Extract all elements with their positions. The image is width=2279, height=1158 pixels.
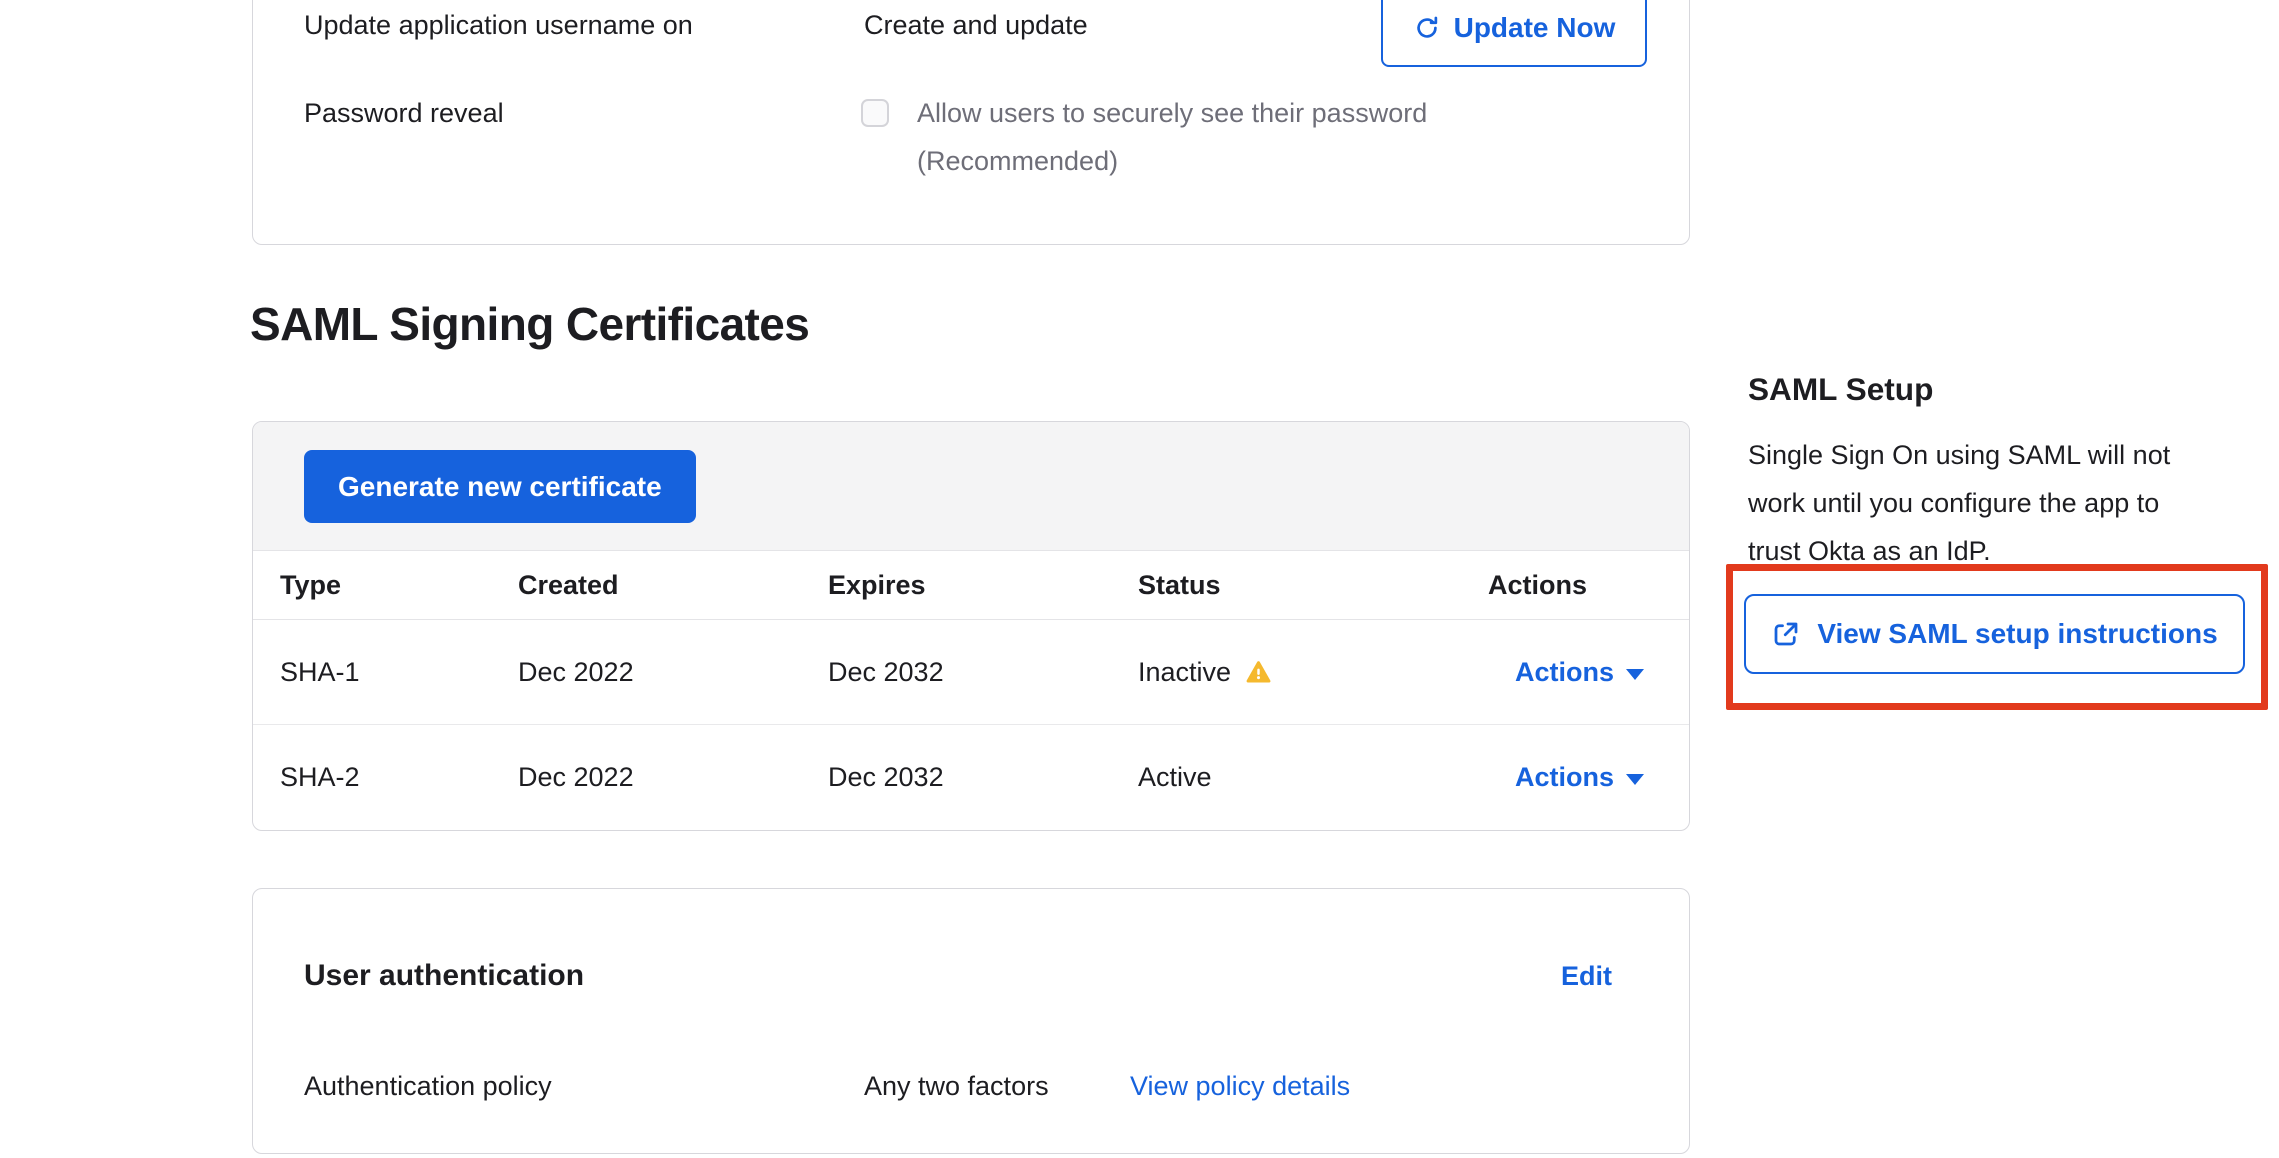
password-reveal-checkbox[interactable]	[861, 99, 889, 127]
cert-expires-cell: Dec 2032	[828, 762, 1138, 793]
cert-created-cell: Dec 2022	[518, 762, 828, 793]
column-header-type: Type	[280, 570, 518, 601]
user-authentication-title: User authentication	[304, 955, 584, 997]
update-now-label: Update Now	[1454, 12, 1616, 44]
column-header-actions: Actions	[1488, 570, 1689, 601]
cert-type-cell: SHA-2	[280, 762, 518, 793]
actions-menu-label: Actions	[1515, 657, 1614, 688]
cert-created-cell: Dec 2022	[518, 657, 828, 688]
edit-link[interactable]: Edit	[1561, 958, 1612, 994]
column-header-created: Created	[518, 570, 828, 601]
column-header-expires: Expires	[828, 570, 1138, 601]
authentication-policy-value: Any two factors	[864, 1068, 1049, 1104]
warning-triangle-icon	[1245, 659, 1272, 686]
actions-menu-button[interactable]: Actions	[1488, 657, 1644, 688]
generate-certificate-button[interactable]: Generate new certificate	[304, 450, 696, 523]
status-badge: Inactive	[1138, 657, 1231, 688]
actions-menu-button[interactable]: Actions	[1488, 762, 1644, 793]
saml-setup-description-line: work until you configure the app to	[1748, 479, 2170, 527]
certificates-table-header: Type Created Expires Status Actions	[253, 551, 1689, 620]
actions-menu-label: Actions	[1515, 762, 1614, 793]
cert-type-cell: SHA-1	[280, 657, 518, 688]
password-reveal-checkbox-label: Allow users to securely see their passwo…	[917, 89, 1427, 137]
app-settings-card: Update application username on Create an…	[252, 0, 1690, 245]
certificate-row-sha2: SHA-2 Dec 2022 Dec 2032 Active Actions	[253, 725, 1689, 830]
page-title: SAML Signing Certificates	[250, 296, 809, 352]
saml-setup-description: Single Sign On using SAML will not work …	[1748, 431, 2170, 575]
certificate-row-sha1: SHA-1 Dec 2022 Dec 2032 Inactive Actions	[253, 620, 1689, 725]
external-link-icon	[1771, 619, 1801, 649]
password-reveal-label: Password reveal	[304, 95, 504, 131]
password-reveal-description: Allow users to securely see their passwo…	[917, 89, 1427, 185]
update-username-label: Update application username on	[304, 7, 693, 43]
cert-expires-cell: Dec 2032	[828, 657, 1138, 688]
saml-certificates-card: Generate new certificate Type Created Ex…	[252, 421, 1690, 831]
okta-app-saml-settings-page: { "settings_card": { "row1_label": "Upda…	[0, 0, 2279, 1158]
cert-status-cell: Inactive	[1138, 657, 1488, 688]
status-badge: Active	[1138, 762, 1212, 793]
certificates-toolbar: Generate new certificate	[253, 422, 1689, 551]
view-saml-setup-instructions-label: View SAML setup instructions	[1817, 618, 2217, 650]
user-authentication-card: User authentication Edit Authentication …	[252, 888, 1690, 1154]
saml-setup-description-line: trust Okta as an IdP.	[1748, 527, 2170, 575]
caret-down-icon	[1626, 669, 1644, 680]
update-username-value: Create and update	[864, 7, 1088, 43]
column-header-status: Status	[1138, 570, 1488, 601]
saml-setup-description-line: Single Sign On using SAML will not	[1748, 431, 2170, 479]
view-policy-details-link[interactable]: View policy details	[1130, 1068, 1350, 1104]
refresh-icon	[1413, 14, 1441, 42]
authentication-policy-label: Authentication policy	[304, 1068, 552, 1104]
cert-status-cell: Active	[1138, 762, 1488, 793]
password-reveal-recommended-label: (Recommended)	[917, 137, 1427, 185]
saml-setup-title: SAML Setup	[1748, 371, 1933, 407]
view-saml-setup-instructions-button[interactable]: View SAML setup instructions	[1744, 594, 2245, 674]
update-now-button[interactable]: Update Now	[1381, 0, 1647, 67]
caret-down-icon	[1626, 774, 1644, 785]
